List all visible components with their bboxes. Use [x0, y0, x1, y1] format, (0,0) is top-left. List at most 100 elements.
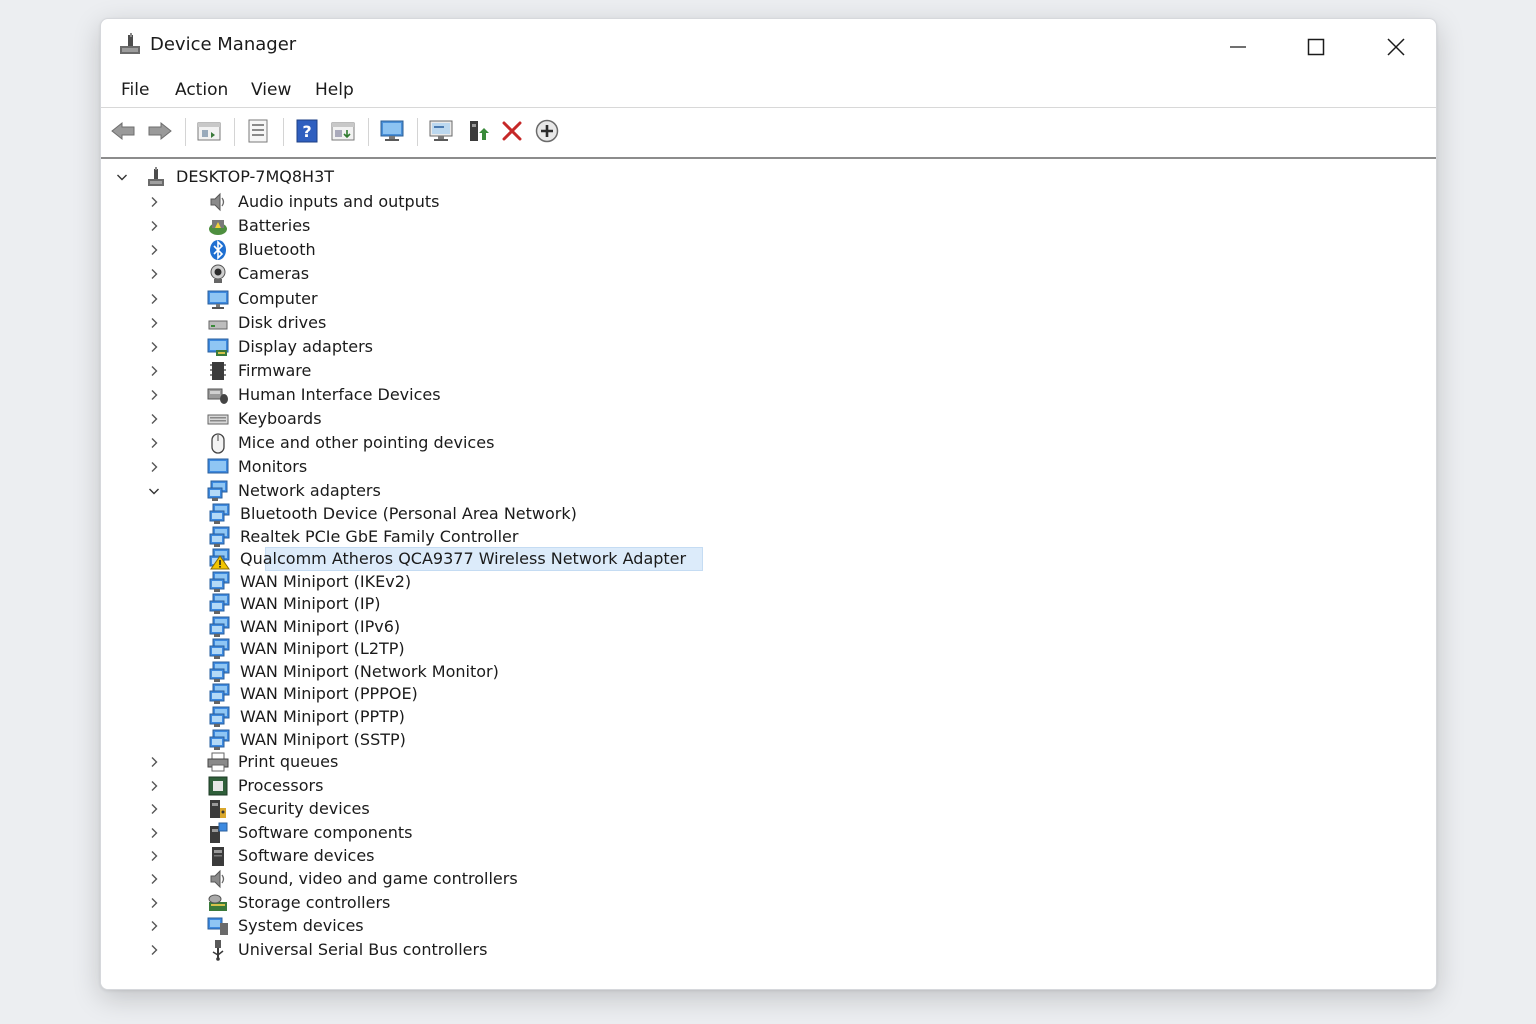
- close-button[interactable]: [1376, 31, 1416, 63]
- maximize-button[interactable]: [1296, 31, 1336, 63]
- category-row[interactable]: Print queues: [101, 751, 1436, 773]
- expand-chevron-icon[interactable]: [147, 436, 161, 450]
- scan-hardware-button[interactable]: [378, 117, 406, 145]
- tree-item-label: WAN Miniport (PPTP): [240, 707, 405, 726]
- properties-button[interactable]: [244, 117, 272, 145]
- computer-root-icon: [145, 166, 167, 188]
- uninstall-device-button[interactable]: [498, 117, 526, 145]
- minimize-icon: [1230, 46, 1246, 48]
- expand-chevron-icon[interactable]: [147, 755, 161, 769]
- close-icon: [1387, 38, 1405, 56]
- network-adapter-icon: [209, 729, 231, 751]
- network-adapter-row[interactable]: WAN Miniport (L2TP): [101, 638, 1436, 660]
- network-adapter-icon: [209, 683, 231, 705]
- category-row[interactable]: System devices: [101, 915, 1436, 937]
- category-row[interactable]: Storage controllers: [101, 892, 1436, 914]
- network-adapter-row[interactable]: WAN Miniport (PPPOE): [101, 683, 1436, 705]
- expand-chevron-icon[interactable]: [147, 243, 161, 257]
- network-adapter-row[interactable]: Bluetooth Device (Personal Area Network): [101, 503, 1436, 525]
- expand-chevron-icon[interactable]: [147, 412, 161, 426]
- disk-drive-icon: [207, 312, 229, 334]
- category-row[interactable]: Mice and other pointing devices: [101, 432, 1436, 454]
- tree-item-label: WAN Miniport (IPv6): [240, 617, 401, 636]
- help-button[interactable]: ?: [293, 117, 321, 145]
- show-hide-tree-button[interactable]: [195, 117, 223, 145]
- menu-file[interactable]: File: [119, 80, 151, 100]
- software-device-icon: [207, 845, 229, 867]
- expand-chevron-icon[interactable]: [147, 388, 161, 402]
- back-button[interactable]: [109, 117, 137, 145]
- software-component-icon: [207, 822, 229, 844]
- category-row[interactable]: Universal Serial Bus controllers: [101, 939, 1436, 961]
- storage-controller-icon: [207, 892, 229, 914]
- category-row-network-adapters[interactable]: Network adapters: [101, 480, 1436, 502]
- expand-chevron-icon[interactable]: [147, 943, 161, 957]
- network-adapter-row[interactable]: WAN Miniport (IPv6): [101, 616, 1436, 638]
- network-adapter-row[interactable]: WAN Miniport (PPTP): [101, 706, 1436, 728]
- expand-chevron-icon[interactable]: [147, 292, 161, 306]
- category-row[interactable]: Firmware: [101, 360, 1436, 382]
- monitor-icon: [207, 456, 229, 478]
- network-adapter-icon: [209, 503, 231, 525]
- category-row[interactable]: Keyboards: [101, 408, 1436, 430]
- enable-device-button[interactable]: [463, 117, 491, 145]
- expand-chevron-icon[interactable]: [147, 919, 161, 933]
- expand-chevron-icon[interactable]: [147, 460, 161, 474]
- tree-item-label: Keyboards: [238, 409, 322, 428]
- network-adapter-row[interactable]: WAN Miniport (Network Monitor): [101, 661, 1436, 683]
- expand-chevron-icon[interactable]: [147, 316, 161, 330]
- collapse-chevron-icon[interactable]: [115, 170, 129, 184]
- keyboard-icon: [207, 408, 229, 430]
- tree-item-label: Mice and other pointing devices: [238, 433, 495, 452]
- device-manager-window: Device Manager File Action View Help ? D…: [100, 18, 1437, 990]
- tree-item-label: Firmware: [238, 361, 312, 380]
- expand-chevron-icon[interactable]: [147, 267, 161, 281]
- category-row[interactable]: Audio inputs and outputs: [101, 191, 1436, 213]
- category-row[interactable]: Software devices: [101, 845, 1436, 867]
- network-adapter-row[interactable]: WAN Miniport (IP): [101, 593, 1436, 615]
- network-adapter-row[interactable]: WAN Miniport (SSTP): [101, 729, 1436, 751]
- menu-action[interactable]: Action: [173, 80, 230, 100]
- toolbar: ?: [101, 107, 1436, 159]
- battery-icon: [207, 215, 229, 237]
- category-row[interactable]: Monitors: [101, 456, 1436, 478]
- category-row[interactable]: Security devices: [101, 798, 1436, 820]
- tree-root-row[interactable]: DESKTOP-7MQ8H3T: [101, 166, 1436, 188]
- expand-chevron-icon[interactable]: [147, 849, 161, 863]
- category-row[interactable]: Software components: [101, 822, 1436, 844]
- expand-chevron-icon[interactable]: [147, 896, 161, 910]
- expand-chevron-icon[interactable]: [147, 826, 161, 840]
- expand-chevron-icon[interactable]: [147, 340, 161, 354]
- forward-button[interactable]: [146, 117, 174, 145]
- category-row[interactable]: Processors: [101, 775, 1436, 797]
- expand-chevron-icon[interactable]: [147, 219, 161, 233]
- update-driver-button[interactable]: [427, 117, 455, 145]
- category-row[interactable]: Display adapters: [101, 336, 1436, 358]
- menu-help[interactable]: Help: [313, 80, 356, 100]
- menu-view[interactable]: View: [249, 80, 293, 100]
- network-adapter-row-selected[interactable]: Qualcomm Atheros QCA9377 Wireless Networ…: [101, 547, 1436, 571]
- network-adapter-row[interactable]: Realtek PCIe GbE Family Controller: [101, 526, 1436, 548]
- system-device-icon: [207, 915, 229, 937]
- expand-chevron-icon[interactable]: [147, 802, 161, 816]
- category-row[interactable]: Bluetooth: [101, 239, 1436, 261]
- network-adapter-row[interactable]: WAN Miniport (IKEv2): [101, 571, 1436, 593]
- collapse-chevron-icon[interactable]: [147, 484, 161, 498]
- tree-item-label: Qualcomm Atheros QCA9377 Wireless Networ…: [240, 549, 687, 568]
- action-view-button[interactable]: [329, 117, 357, 145]
- category-row[interactable]: Computer: [101, 288, 1436, 310]
- category-row[interactable]: Disk drives: [101, 312, 1436, 334]
- speaker-icon: [207, 191, 229, 213]
- expand-chevron-icon[interactable]: [147, 364, 161, 378]
- category-row[interactable]: Human Interface Devices: [101, 384, 1436, 406]
- tree-item-label: Universal Serial Bus controllers: [238, 940, 488, 959]
- expand-chevron-icon[interactable]: [147, 195, 161, 209]
- expand-chevron-icon[interactable]: [147, 872, 161, 886]
- minimize-button[interactable]: [1218, 31, 1258, 63]
- category-row[interactable]: Cameras: [101, 263, 1436, 285]
- add-device-button[interactable]: [533, 117, 561, 145]
- category-row[interactable]: Sound, video and game controllers: [101, 868, 1436, 890]
- tree-item-label: Computer: [238, 289, 318, 308]
- expand-chevron-icon[interactable]: [147, 779, 161, 793]
- category-row[interactable]: Batteries: [101, 215, 1436, 237]
